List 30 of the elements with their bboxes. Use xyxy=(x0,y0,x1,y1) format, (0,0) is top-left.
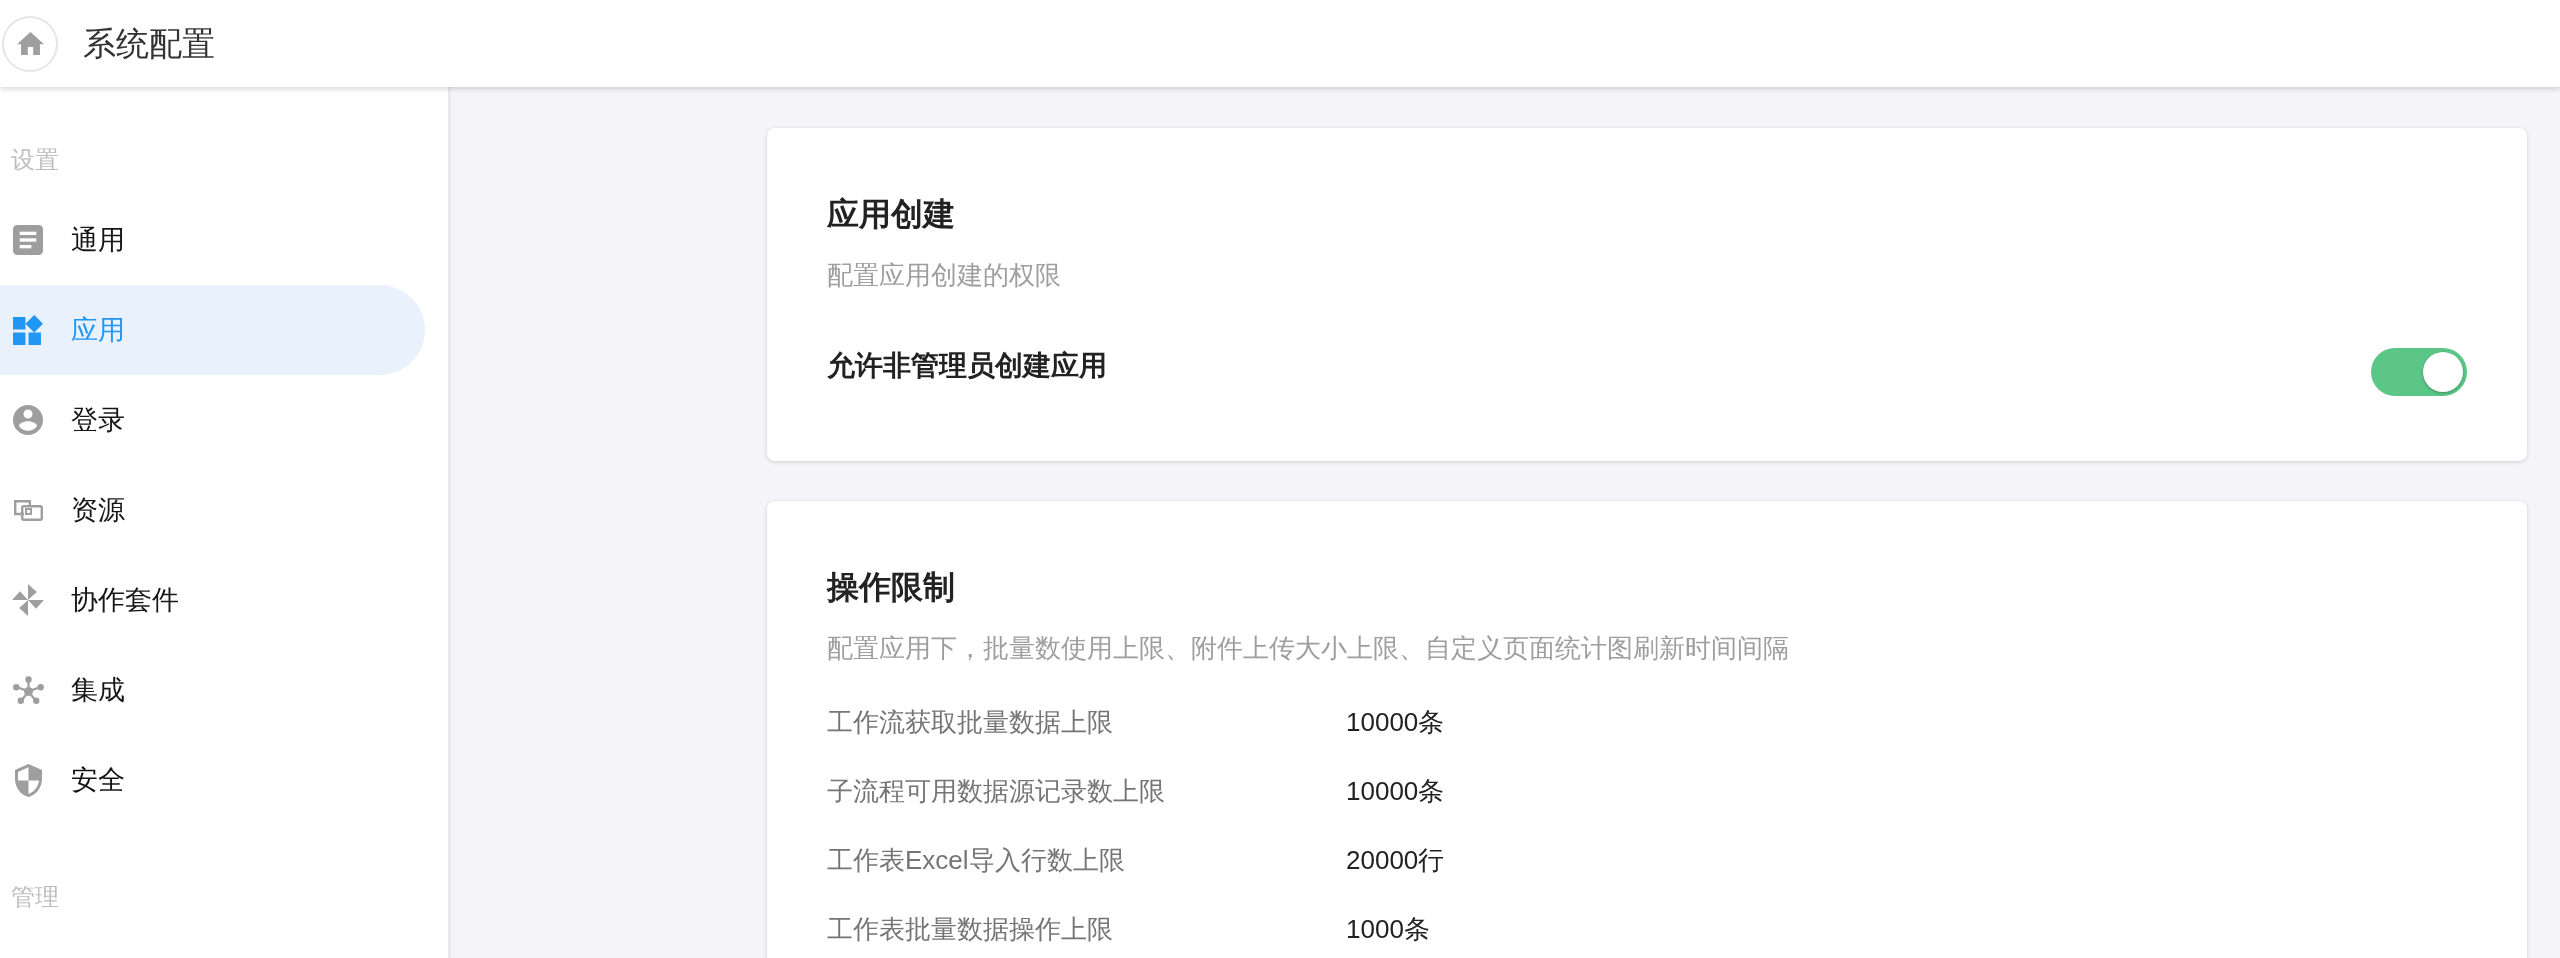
limit-value: 1000条 xyxy=(1346,913,1430,946)
card-description: 配置应用下，批量数使用上限、附件上传大小上限、自定义页面统计图刷新时间间隔 xyxy=(827,632,1790,665)
setting-label: 允许非管理员创建应用 xyxy=(827,349,1107,383)
sidebar-item[interactable]: 集成 xyxy=(0,645,425,735)
sidebar-item[interactable]: 登录 xyxy=(0,375,425,465)
section-label: 设置 xyxy=(11,145,59,175)
sidebar-item[interactable]: 通用 xyxy=(0,195,425,285)
limit-label: 工作表批量数据操作上限 xyxy=(827,913,1114,946)
document-icon xyxy=(13,225,43,255)
sidebar-item[interactable]: 资源 xyxy=(0,465,425,555)
limit-label: 工作流获取批量数据上限 xyxy=(827,706,1114,739)
card-title: 操作限制 xyxy=(827,568,956,607)
hub-icon xyxy=(12,676,44,704)
home-icon xyxy=(16,32,44,55)
sidebar-item[interactable]: 安全 xyxy=(0,735,425,825)
widgets-icon xyxy=(13,315,43,345)
page-title: 系统配置 xyxy=(83,23,215,64)
card-title: 应用创建 xyxy=(827,195,956,234)
overlapping-squares-icon xyxy=(13,499,43,521)
shield-icon xyxy=(14,763,42,797)
pinwheel-icon xyxy=(12,584,44,616)
toggle-switch[interactable] xyxy=(2371,348,2467,396)
limit-value: 10000条 xyxy=(1346,706,1445,739)
limit-value: 20000行 xyxy=(1346,844,1445,877)
limit-label: 工作表Excel导入行数上限 xyxy=(827,844,1126,877)
limit-label: 子流程可用数据源记录数上限 xyxy=(827,775,1166,808)
sidebar-item[interactable]: 协作套件 xyxy=(0,555,425,645)
section-label: 管理 xyxy=(11,882,59,912)
card-description: 配置应用创建的权限 xyxy=(827,259,1062,292)
limit-value: 10000条 xyxy=(1346,775,1445,808)
